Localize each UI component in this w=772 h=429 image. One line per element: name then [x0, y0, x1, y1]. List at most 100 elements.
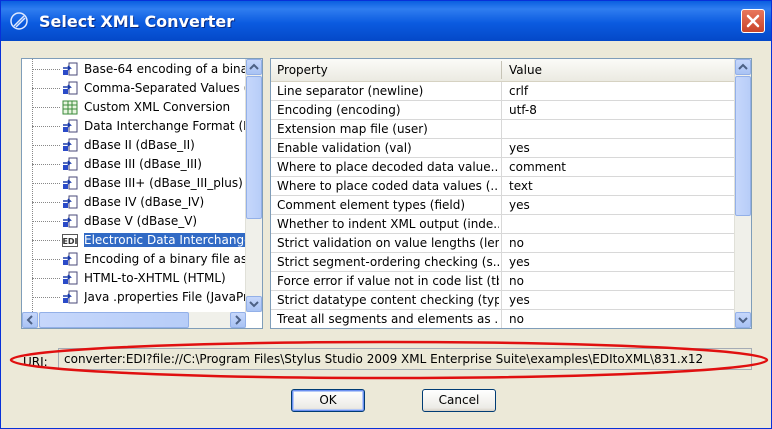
property-row[interactable]: Whether to indent XML output (inde... — [271, 215, 735, 234]
tree-item-label: dBase IV (dBase_IV) — [84, 195, 205, 209]
grid-scroll-down-button[interactable] — [735, 312, 751, 328]
tree-connector — [32, 297, 60, 298]
tree-item[interactable]: EDI Electronic Data Interchange — [22, 231, 248, 250]
converter-icon — [63, 81, 78, 95]
svg-text:EDI: EDI — [62, 237, 77, 246]
property-value[interactable]: no — [509, 312, 729, 326]
close-button[interactable] — [741, 9, 765, 33]
property-row[interactable]: Encoding (encoding) utf-8 — [271, 101, 735, 120]
cell-divider — [501, 101, 502, 120]
grid-icon — [62, 100, 78, 115]
tree-item[interactable]: Encoding of a binary file as — [22, 250, 248, 269]
tree-item[interactable]: HTML-to-XHTML (HTML) — [22, 269, 248, 288]
property-row[interactable]: Force error if value not in code list (t… — [271, 272, 735, 291]
ok-button[interactable]: OK — [291, 389, 365, 412]
property-value[interactable]: yes — [509, 255, 729, 269]
cell-divider — [501, 158, 502, 177]
cell-divider — [501, 215, 502, 234]
property-name: Line separator (newline) — [277, 84, 424, 98]
property-value[interactable]: no — [509, 236, 729, 250]
property-row[interactable]: Strict datatype content checking (typ) ye… — [271, 291, 735, 310]
dialog-title: Select XML Converter — [39, 12, 235, 31]
property-value[interactable]: text — [509, 179, 729, 193]
converter-icon — [63, 119, 78, 133]
select-xml-converter-dialog: Select XML Converter Base-64 encoding of… — [0, 0, 772, 429]
tree-item-label: Java .properties File (JavaProps) — [84, 290, 248, 304]
property-row[interactable]: Treat all segments and elements as ... no — [271, 310, 735, 328]
property-value[interactable]: yes — [509, 198, 729, 212]
scroll-down-button[interactable] — [246, 296, 262, 312]
arrow-down-icon — [738, 317, 748, 324]
tree-hscroll-thumb[interactable] — [39, 312, 189, 328]
grid-scroll-up-button[interactable] — [735, 59, 751, 75]
property-row[interactable]: Line separator (newline) crlf — [271, 82, 735, 101]
property-value[interactable]: no — [509, 274, 729, 288]
property-name: Encoding (encoding) — [277, 103, 401, 117]
tree-connector — [32, 202, 60, 203]
column-divider[interactable] — [501, 61, 502, 79]
cell-divider — [501, 196, 502, 215]
tree-item-label: dBase V (dBase_V) — [84, 214, 198, 228]
property-value[interactable]: yes — [509, 141, 729, 155]
property-name: Whether to indent XML output (inde... — [277, 217, 499, 231]
scroll-left-button[interactable] — [22, 312, 38, 328]
property-value[interactable]: utf-8 — [509, 103, 729, 117]
tree-item[interactable]: dBase V (dBase_V) — [22, 212, 248, 231]
uri-label: URI: — [23, 355, 48, 369]
tree-connector — [32, 183, 60, 184]
property-row[interactable]: Strict validation on value lengths (len)… — [271, 234, 735, 253]
scroll-up-button[interactable] — [246, 59, 262, 75]
cell-divider — [501, 139, 502, 158]
cancel-button[interactable]: Cancel — [422, 389, 496, 412]
property-value[interactable]: yes — [509, 293, 729, 307]
tree-item[interactable]: Data Interchange Format (DIF) — [22, 117, 248, 136]
tree-connector — [32, 259, 60, 260]
converter-tree[interactable]: Base-64 encoding of a binary file Comma-S… — [21, 58, 263, 329]
tree-item[interactable]: dBase II (dBase_II) — [22, 136, 248, 155]
converter-icon — [63, 252, 78, 266]
property-row[interactable]: Comment element types (field) yes — [271, 196, 735, 215]
tree-connector — [32, 88, 60, 89]
property-row[interactable]: Where to place decoded data value... comm… — [271, 158, 735, 177]
tree-item-label: Encoding of a binary file as — [84, 252, 248, 266]
tree-item[interactable]: dBase IV (dBase_IV) — [22, 193, 248, 212]
tree-item[interactable]: Base-64 encoding of a binary file — [22, 60, 248, 79]
tree-item[interactable]: Comma-Separated Values (CSV) — [22, 79, 248, 98]
cell-divider — [501, 82, 502, 101]
uri-field[interactable]: converter:EDI?file://C:\Program Files\St… — [58, 348, 752, 370]
tree-item-label: dBase III+ (dBase_III_plus) — [84, 176, 243, 190]
tree-item[interactable]: dBase III (dBase_III) — [22, 155, 248, 174]
column-header-value[interactable]: Value — [509, 63, 542, 77]
grid-vertical-scrollbar[interactable] — [734, 59, 751, 328]
property-name: Strict datatype content checking (typ) — [277, 293, 499, 307]
property-row[interactable]: Enable validation (val) yes — [271, 139, 735, 158]
property-row[interactable]: Extension map file (user) — [271, 120, 735, 139]
tree-item[interactable]: dBase III+ (dBase_III_plus) — [22, 174, 248, 193]
property-row[interactable]: Where to place coded data values (... tex… — [271, 177, 735, 196]
title-bar[interactable]: Select XML Converter — [1, 1, 771, 41]
tree-connector — [32, 240, 60, 241]
arrow-left-icon — [26, 315, 33, 325]
scroll-right-button[interactable] — [230, 312, 246, 328]
property-value[interactable]: comment — [509, 160, 729, 174]
tree-vertical-scrollbar[interactable] — [245, 59, 262, 312]
column-header-property[interactable]: Property — [277, 63, 328, 77]
arrow-up-icon — [249, 63, 259, 70]
tree-item-label: Electronic Data Interchange — [84, 233, 248, 247]
tree-item[interactable]: Java .properties File (JavaProps) — [22, 288, 248, 307]
edi-icon: EDI — [62, 234, 78, 247]
tree-item-label: Comma-Separated Values (CSV) — [84, 81, 248, 95]
tree-horizontal-scrollbar[interactable] — [22, 312, 246, 328]
converter-icon — [63, 195, 78, 209]
property-row[interactable]: Strict segment-ordering checking (s... ye… — [271, 253, 735, 272]
grid-scroll-thumb[interactable] — [735, 76, 751, 216]
property-grid[interactable]: Property Value Line separator (newline) c… — [270, 58, 752, 329]
tree-scroll-thumb[interactable] — [246, 76, 262, 219]
tree-item[interactable]: Custom XML Conversion — [22, 98, 248, 117]
arrow-down-icon — [249, 301, 259, 308]
property-name: Enable validation (val) — [277, 141, 412, 155]
property-value[interactable]: crlf — [509, 84, 729, 98]
property-name: Comment element types (field) — [277, 198, 466, 212]
converter-icon — [63, 290, 78, 304]
property-name: Strict validation on value lengths (len) — [277, 236, 499, 250]
